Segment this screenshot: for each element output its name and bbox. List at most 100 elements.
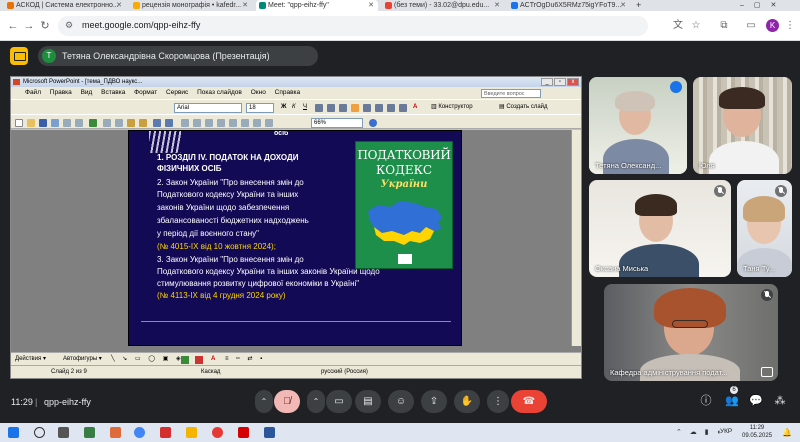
extensions-icon[interactable]: ⧉ xyxy=(718,20,730,32)
undo-icon[interactable] xyxy=(153,119,161,127)
app-icon[interactable] xyxy=(160,427,171,438)
participant-tile[interactable]: Оксана Миська xyxy=(589,180,731,277)
tab-askod[interactable]: АСКОД | Система електронно... ✕ xyxy=(4,0,126,11)
italic-button[interactable]: К xyxy=(292,103,296,112)
raise-hand-button[interactable]: ✋ xyxy=(454,390,480,413)
widgets-icon[interactable] xyxy=(84,427,95,438)
site-info-icon[interactable]: ⚙ xyxy=(65,20,73,31)
align-right-icon[interactable] xyxy=(351,104,359,112)
constructor-button[interactable]: ▥ Конструктор xyxy=(431,103,473,112)
fill-color-icon[interactable] xyxy=(181,356,189,364)
side-panel-icon[interactable]: ▭ xyxy=(745,20,757,32)
captions-button[interactable]: ▤ xyxy=(355,390,381,413)
menu-service[interactable]: Сервис xyxy=(166,89,188,96)
help-icon[interactable] xyxy=(369,119,377,127)
grid-icon[interactable] xyxy=(253,119,261,127)
format-painter-icon[interactable] xyxy=(139,119,147,127)
mic-toggle-button[interactable]: 🎙̸ xyxy=(274,390,300,413)
chart-icon[interactable] xyxy=(181,119,189,127)
permission-icon[interactable] xyxy=(51,119,59,127)
maximize-icon[interactable]: ▫ xyxy=(554,78,566,86)
task-view-icon[interactable] xyxy=(58,427,69,438)
font-size-select[interactable]: 18 xyxy=(246,103,274,113)
color-grayscale-icon[interactable] xyxy=(265,119,273,127)
vertical-scrollbar[interactable] xyxy=(571,130,581,346)
font-grow-icon[interactable] xyxy=(387,104,395,112)
chrome-icon[interactable] xyxy=(134,427,145,438)
slide-canvas[interactable]: осіб 1. РОЗДІЛ IV. ПОДАТОК НА ДОХОДИ ФІЗ… xyxy=(128,130,462,346)
tab-mail[interactable]: (без теми) - 33.02@dpu.edu... ✕ xyxy=(382,0,504,11)
back-arrow-icon[interactable]: ← xyxy=(6,19,20,33)
tray-icons[interactable]: ⌃ ☁ ▮ ◖ xyxy=(676,428,724,436)
close-icon[interactable]: ✕ xyxy=(620,0,626,11)
menu-insert[interactable]: Вставка xyxy=(101,89,125,96)
save-icon[interactable] xyxy=(39,119,47,127)
menu-view[interactable]: Вид xyxy=(81,89,93,96)
presenter-pill[interactable]: Т Тетяна Олександрівна Скоромцова (Презе… xyxy=(38,46,318,66)
font-name-select[interactable]: Arial xyxy=(174,103,242,113)
copy-icon[interactable] xyxy=(115,119,123,127)
yandex-icon[interactable] xyxy=(238,427,249,438)
more-options-button[interactable]: ⋮ xyxy=(487,390,509,413)
minimize-icon[interactable]: _ xyxy=(541,78,553,86)
menu-file[interactable]: Файл xyxy=(25,89,41,96)
print-icon[interactable] xyxy=(63,119,71,127)
pin-icon[interactable] xyxy=(761,367,773,377)
participant-tile[interactable]: Кафедра адміністрування подат... xyxy=(604,284,778,381)
firefox-icon[interactable] xyxy=(110,427,121,438)
bookmark-star-icon[interactable]: ☆ xyxy=(690,20,702,32)
underline-button[interactable]: Ч xyxy=(303,103,307,112)
align-center-icon[interactable] xyxy=(339,104,347,112)
word-icon[interactable] xyxy=(264,427,275,438)
close-icon[interactable]: x xyxy=(567,78,579,86)
open-folder-icon[interactable] xyxy=(27,119,35,127)
menu-slideshow[interactable]: Показ слайдов xyxy=(197,89,242,96)
present-button[interactable]: ⇪ xyxy=(421,390,447,413)
spelling-icon[interactable] xyxy=(89,119,97,127)
reload-icon[interactable]: ↻ xyxy=(38,19,52,33)
line-color-icon[interactable] xyxy=(195,356,203,364)
close-icon[interactable]: ✕ xyxy=(242,0,248,11)
profile-avatar[interactable]: K xyxy=(766,19,779,32)
menu-kebab-icon[interactable]: ⋮ xyxy=(784,20,796,32)
new-file-icon[interactable] xyxy=(15,119,23,127)
leave-call-button[interactable]: ☎ xyxy=(511,390,547,413)
tab-meet[interactable]: Meet: "qpp-eihz-ffy" ✕ xyxy=(256,0,378,11)
new-tab-button[interactable]: + xyxy=(636,0,648,11)
reactions-button[interactable]: ☺ xyxy=(388,390,414,413)
numbering-icon[interactable] xyxy=(375,104,383,112)
people-icon[interactable]: 👥 xyxy=(724,393,740,409)
participant-tile[interactable]: Юля xyxy=(693,77,792,174)
audio-options-chevron-icon[interactable]: ⌃ xyxy=(255,390,273,413)
tab-doc[interactable]: ACTrOgDu6X5RMz75igYFoT9... ✕ xyxy=(508,0,630,11)
system-clock[interactable]: 11:29 09.05.2025 xyxy=(742,424,772,440)
menu-help[interactable]: Справка xyxy=(275,89,301,96)
translate-icon[interactable]: 文 xyxy=(672,20,684,32)
video-options-chevron-icon[interactable]: ⌃ xyxy=(307,390,325,413)
bullets-icon[interactable] xyxy=(363,104,371,112)
cut-icon[interactable] xyxy=(103,119,111,127)
preview-icon[interactable] xyxy=(75,119,83,127)
opera-icon[interactable] xyxy=(212,427,223,438)
bold-button[interactable]: Ж xyxy=(281,103,286,112)
show-formatting-icon[interactable] xyxy=(241,119,249,127)
close-icon[interactable]: ✕ xyxy=(494,0,500,11)
tables-borders-icon[interactable] xyxy=(205,119,213,127)
participant-tile[interactable]: Тетяна Олександ... xyxy=(589,77,687,174)
notifications-icon[interactable]: 🔔 xyxy=(782,428,792,437)
windows-start-icon[interactable] xyxy=(8,427,19,438)
participant-tile[interactable]: Таня Ту... xyxy=(737,180,792,277)
close-icon[interactable]: ✕ xyxy=(116,0,122,11)
menu-edit[interactable]: Правка xyxy=(50,89,72,96)
menu-window[interactable]: Окно xyxy=(251,89,266,96)
menu-format[interactable]: Формат xyxy=(134,89,157,96)
camera-toggle-button[interactable]: ▭ xyxy=(326,390,352,413)
activities-icon[interactable]: ⁂ xyxy=(772,393,788,409)
new-slide-button[interactable]: ▤ Создать слайд xyxy=(499,103,548,112)
zoom-select[interactable]: 66% xyxy=(311,118,363,128)
redo-icon[interactable] xyxy=(165,119,173,127)
font-shrink-icon[interactable] xyxy=(399,104,407,112)
table-icon[interactable] xyxy=(193,119,201,127)
address-bar[interactable]: ⚙ meet.google.com/qpp-eihz-ffy xyxy=(58,16,648,36)
window-controls[interactable]: –▢✕ xyxy=(740,0,800,11)
